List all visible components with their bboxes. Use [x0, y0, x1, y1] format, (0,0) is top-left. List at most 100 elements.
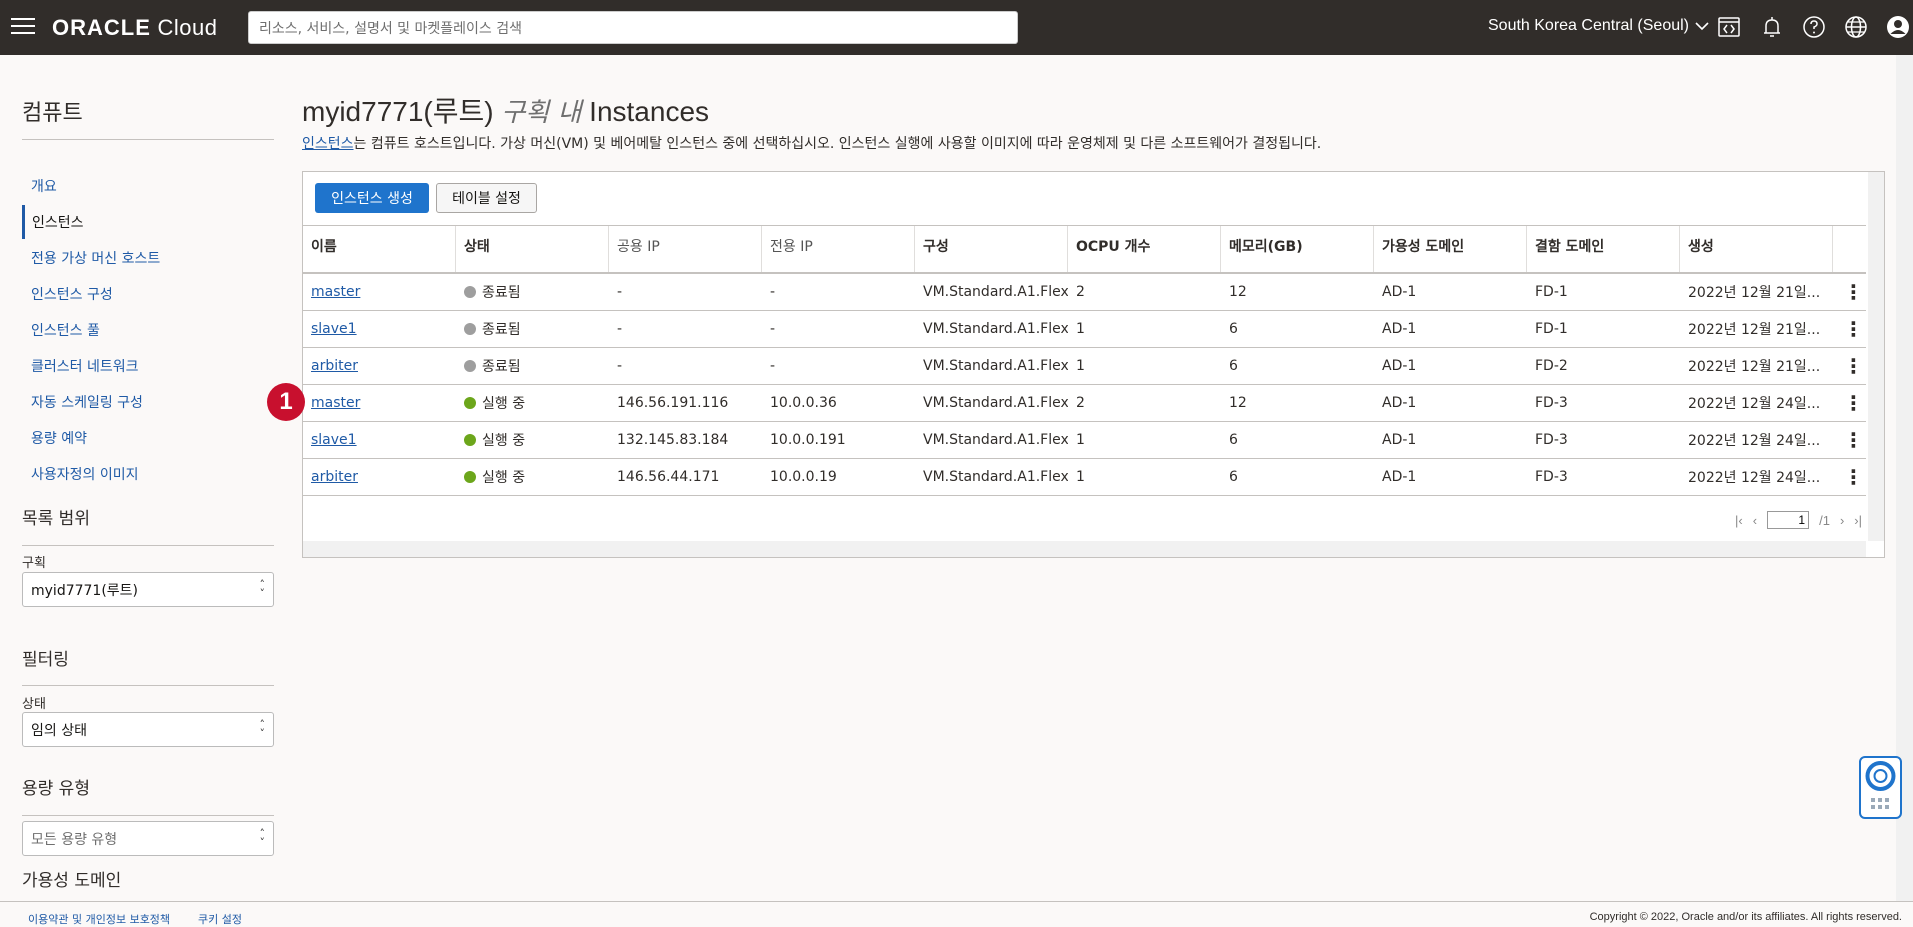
region-label: South Korea Central (Seoul) [1488, 17, 1689, 34]
cell-shape: VM.Standard.A1.Flex [923, 395, 1068, 411]
select-arrows-icon: ˄ ˅ [259, 718, 266, 740]
instance-name-link[interactable]: master [311, 284, 360, 300]
user-icon[interactable] [1885, 14, 1911, 40]
terms-privacy-link[interactable]: 이용약관 및 개인정보 보호정책 [28, 911, 170, 927]
row-actions-kebab-icon[interactable]: ⋮ [1841, 391, 1866, 415]
help-icon[interactable] [1801, 14, 1827, 40]
cell-public-ip: 146.56.44.171 [617, 469, 720, 485]
cell-ocpu: 1 [1076, 432, 1085, 448]
cell-fault-domain: FD-3 [1535, 469, 1568, 485]
horizontal-scrollbar[interactable] [303, 541, 1866, 557]
instance-name-link[interactable]: slave1 [311, 432, 357, 448]
column-header-state[interactable]: 상태 [456, 226, 609, 272]
page-number-input[interactable] [1767, 511, 1810, 529]
sidebar-item-cluster-networks[interactable]: 클러스터 네트워크 [22, 349, 274, 383]
compartment-value: myid7771(루트) [31, 582, 139, 599]
column-header-public-ip[interactable]: 공용 IP [609, 226, 762, 272]
help-widget[interactable] [1859, 756, 1902, 819]
divider [22, 139, 274, 140]
sidebar-item-dedicated-vm-hosts[interactable]: 전용 가상 머신 호스트 [22, 241, 274, 275]
sidebar-item-instance-configurations[interactable]: 인스턴스 구성 [22, 277, 274, 311]
capacity-type-select[interactable]: 모든 용량 유형 ˄ ˅ [22, 821, 274, 856]
cookie-settings-link[interactable]: 쿠키 설정 [198, 911, 242, 927]
cell-shape: VM.Standard.A1.Flex [923, 469, 1068, 485]
state-select[interactable]: 임의 상태 ˄ ˅ [22, 712, 274, 747]
cell-actions: ⋮ [1833, 311, 1866, 347]
instances-table: 이름 상태 공용 IP 전용 IP 구성 OCPU 개수 메모리(GB) 가용성… [303, 225, 1866, 496]
table-row: master 종료됨 - - VM.Standard.A1.Flex 2 12 AD-1 FD-… [303, 274, 1866, 311]
cell-fault-domain: FD-3 [1535, 432, 1568, 448]
region-selector[interactable]: South Korea Central (Seoul) [1488, 17, 1709, 35]
prev-page-icon[interactable]: ‹ [1753, 513, 1757, 528]
state-dot-icon [464, 471, 476, 483]
state-label: 종료됨 [482, 285, 521, 301]
cell-name: slave1 [303, 422, 456, 458]
compartment-select[interactable]: myid7771(루트) ˄ ˅ [22, 572, 274, 607]
oracle-cloud-logo[interactable]: ORACLE Cloud [52, 15, 218, 41]
sidebar-item-instances[interactable]: 인스턴스 [22, 205, 274, 239]
cell-actions: ⋮ [1833, 422, 1866, 458]
column-header-availability-domain[interactable]: 가용성 도메인 [1374, 226, 1527, 272]
column-header-private-ip[interactable]: 전용 IP [762, 226, 915, 272]
column-header-ocpu[interactable]: OCPU 개수 [1068, 226, 1221, 272]
cell-fault-domain: FD-1 [1535, 284, 1568, 300]
table-settings-button[interactable]: 테이블 설정 [436, 183, 537, 213]
cell-private-ip: 10.0.0.191 [770, 432, 846, 448]
cell-actions: ⋮ [1833, 274, 1866, 310]
cell-shape: VM.Standard.A1.Flex [923, 432, 1068, 448]
cell-state: 실행 중 [456, 422, 609, 458]
column-header-shape[interactable]: 구성 [915, 226, 1068, 272]
row-actions-kebab-icon[interactable]: ⋮ [1841, 465, 1866, 489]
cell-availability-domain: AD-1 [1382, 395, 1417, 411]
divider [22, 545, 274, 546]
row-actions-kebab-icon[interactable]: ⋮ [1841, 354, 1866, 378]
capacity-type-title: 용량 유형 [22, 779, 90, 799]
cell-public-ip: - [617, 284, 623, 300]
sidebar-item-capacity-reservations[interactable]: 용량 예약 [22, 421, 274, 455]
hamburger-menu-icon[interactable] [11, 18, 35, 36]
cell-state: 종료됨 [456, 274, 609, 310]
instance-name-link[interactable]: arbiter [311, 469, 358, 485]
cell-memory: 6 [1229, 358, 1238, 374]
table-row: master 실행 중 146.56.191.116 10.0.0.36 VM.Stan… [303, 385, 1866, 422]
row-actions-kebab-icon[interactable]: ⋮ [1841, 428, 1866, 452]
state-label: 실행 중 [482, 396, 526, 412]
instances-doc-link[interactable]: 인스턴스 [302, 136, 354, 152]
row-actions-kebab-icon[interactable]: ⋮ [1841, 280, 1866, 304]
instance-name-link[interactable]: master [311, 395, 360, 411]
code-editor-icon[interactable] [1716, 14, 1742, 40]
globe-icon[interactable] [1843, 14, 1869, 40]
column-header-name[interactable]: 이름 [303, 226, 456, 272]
row-actions-kebab-icon[interactable]: ⋮ [1841, 317, 1866, 341]
create-instance-button[interactable]: 인스턴스 생성 [315, 183, 429, 213]
divider [22, 815, 274, 816]
state-dot-icon [464, 360, 476, 372]
sidebar-item-overview[interactable]: 개요 [22, 169, 274, 203]
sidebar-item-autoscaling-configurations[interactable]: 자동 스케일링 구성 [22, 385, 274, 419]
instance-name-link[interactable]: slave1 [311, 321, 357, 337]
state-label: 종료됨 [482, 322, 521, 338]
state-value: 임의 상태 [31, 722, 87, 739]
cell-availability-domain: AD-1 [1382, 358, 1417, 374]
instance-name-link[interactable]: arbiter [311, 358, 358, 374]
column-header-fault-domain[interactable]: 결함 도메인 [1527, 226, 1680, 272]
search-input[interactable]: 리소스, 서비스, 설명서 및 마켓플레이스 검색 [248, 11, 1018, 44]
column-header-created[interactable]: 생성 [1680, 226, 1833, 272]
next-page-icon[interactable]: › [1840, 513, 1844, 528]
cell-availability-domain: AD-1 [1382, 432, 1417, 448]
cell-availability-domain: AD-1 [1382, 284, 1417, 300]
cell-fault-domain: FD-3 [1535, 395, 1568, 411]
sidebar-item-custom-images[interactable]: 사용자정의 이미지 [22, 457, 274, 491]
first-page-icon[interactable]: |‹ [1735, 513, 1743, 528]
sidebar-item-instance-pools[interactable]: 인스턴스 풀 [22, 313, 274, 347]
cell-created: 2022년 12월 24일... [1688, 396, 1821, 412]
state-dot-icon [464, 286, 476, 298]
capacity-type-placeholder: 모든 용량 유형 [31, 831, 118, 848]
cell-state: 실행 중 [456, 385, 609, 421]
cell-private-ip: 10.0.0.36 [770, 395, 837, 411]
last-page-icon[interactable]: ›| [1854, 513, 1862, 528]
compartment-label: 구획 [22, 556, 46, 571]
vertical-scrollbar[interactable] [1868, 172, 1884, 541]
bell-icon[interactable] [1759, 14, 1785, 40]
column-header-memory[interactable]: 메모리(GB) [1221, 226, 1374, 272]
